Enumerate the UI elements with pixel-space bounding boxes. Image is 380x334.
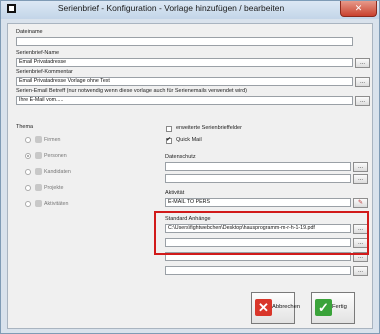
fertig-button[interactable]: ✓ Fertig: [311, 292, 355, 324]
dateiname-field[interactable]: [16, 37, 353, 46]
window-title: Serienbrief - Konfiguration - Vorlage hi…: [57, 3, 285, 13]
erweiterte-felder-checkbox[interactable]: [166, 126, 172, 132]
radio-button[interactable]: [25, 201, 31, 207]
quick-mail-checkbox[interactable]: [166, 136, 172, 144]
serienbrief-name-field[interactable]: Email Privatadresse: [16, 58, 353, 67]
kommentar-browse-button[interactable]: ...: [355, 77, 370, 87]
title-bar: Serienbrief - Konfiguration - Vorlage hi…: [1, 1, 379, 19]
betreff-browse-button[interactable]: ...: [355, 96, 370, 106]
datenschutz-label: Datenschutz: [165, 154, 196, 160]
quick-mail-label: Quick Mail: [176, 137, 202, 143]
aktivitaet-label: Aktivität: [165, 190, 185, 196]
person-icon: [35, 152, 42, 159]
abbrechen-button[interactable]: ✕ Abbrechen: [251, 292, 300, 324]
betreff-label: Serien-Email Betreff (nur notwendig wenn…: [16, 88, 248, 94]
cancel-x-icon: ✕: [255, 299, 272, 316]
betreff-field[interactable]: Ihre E-Mail vom.....: [16, 96, 353, 105]
radio-button[interactable]: [25, 185, 31, 191]
close-button[interactable]: ✕: [340, 1, 377, 17]
anhang-field-4[interactable]: [165, 266, 351, 275]
aktivitaet-edit-button[interactable]: ✎: [353, 198, 368, 208]
activity-icon: [35, 200, 42, 207]
datenschutz-field-2[interactable]: [165, 174, 351, 183]
serienbrief-name-label: Serienbrief-Name: [16, 50, 60, 56]
datenschutz-browse-2[interactable]: ...: [353, 174, 368, 184]
radio-button-selected[interactable]: [25, 153, 31, 159]
aktivitaet-field[interactable]: E-MAIL TO PERS: [165, 198, 351, 207]
thema-label: Thema: [16, 124, 34, 130]
erweiterte-felder-label: erweiterte Serienbrieffelder: [176, 125, 242, 131]
datenschutz-browse-1[interactable]: ...: [353, 162, 368, 172]
anhang-browse-4[interactable]: ...: [353, 266, 368, 276]
form-panel: Dateiname Serienbrief-Name Email Privata…: [7, 23, 373, 329]
project-icon: [35, 184, 42, 191]
serienbrief-kommentar-field[interactable]: Email Privatadresse Vorlage ohne Text: [16, 77, 353, 86]
datenschutz-field-1[interactable]: [165, 162, 351, 171]
highlight-box: [154, 211, 369, 255]
name-browse-button[interactable]: ...: [355, 58, 370, 68]
building-icon: [35, 136, 42, 143]
serienbrief-kommentar-label: Serienbrief-Kommentar: [16, 69, 73, 75]
radio-button[interactable]: [25, 169, 31, 175]
radio-button[interactable]: [25, 137, 31, 143]
candidate-icon: [35, 168, 42, 175]
checkmark-icon: ✓: [315, 299, 332, 316]
dateiname-label: Dateiname: [16, 29, 43, 35]
dialog-window: Serienbrief - Konfiguration - Vorlage hi…: [0, 0, 380, 334]
